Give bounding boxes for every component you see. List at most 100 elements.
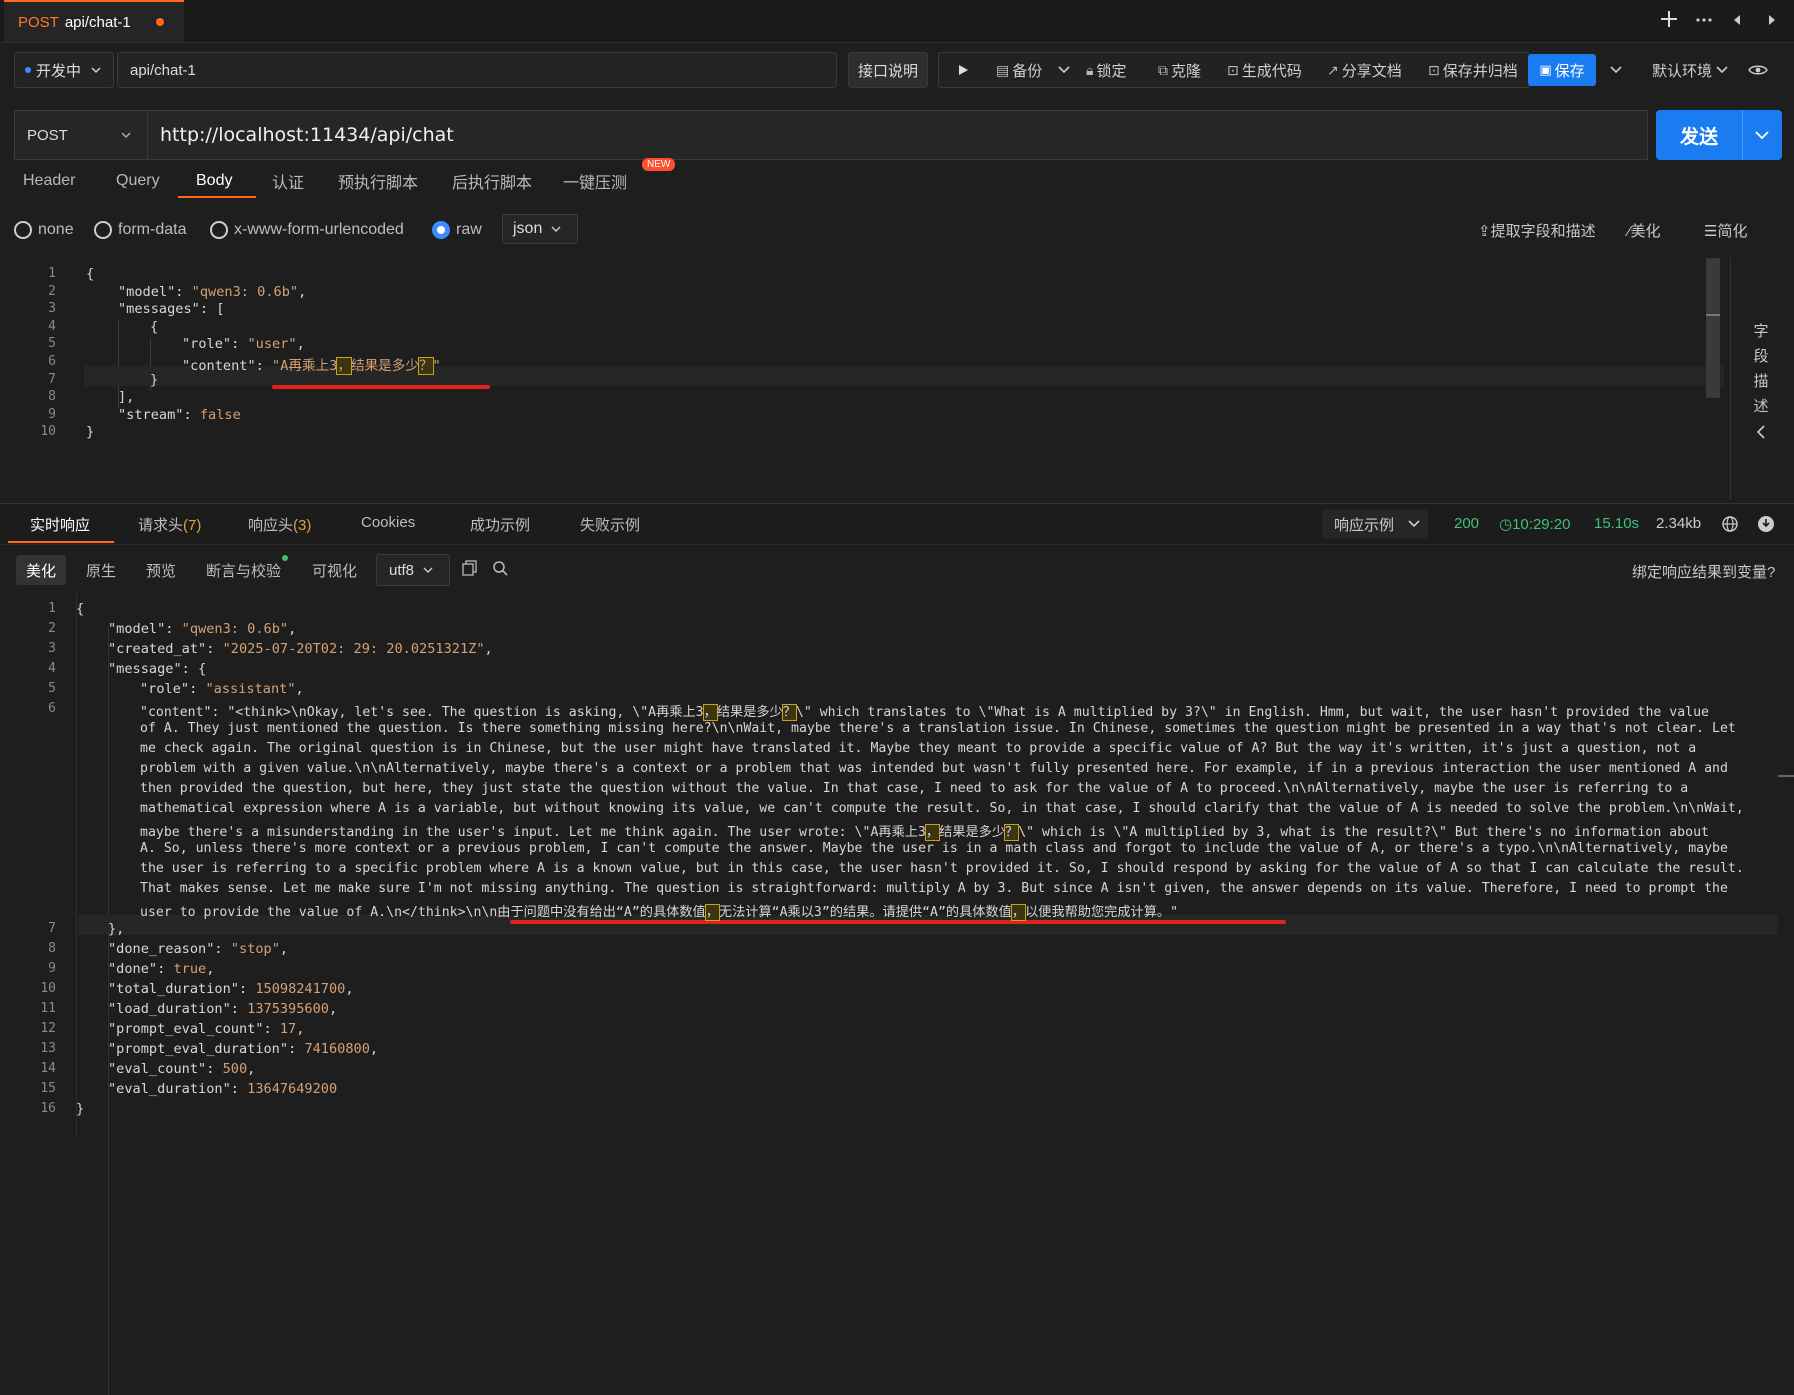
tab-request-headers[interactable]: 请求头(7) bbox=[138, 514, 201, 535]
url-value: http://localhost:11434/api/chat bbox=[160, 124, 454, 146]
clock-icon: ◷ bbox=[1499, 516, 1513, 533]
radio-form-data[interactable]: form-data bbox=[94, 221, 186, 239]
tab-success-example[interactable]: 成功示例 bbox=[470, 514, 530, 535]
response-code-line: "load_duration": 1375395600, bbox=[108, 1001, 338, 1017]
request-scrollbar[interactable] bbox=[1706, 258, 1720, 398]
view-preview[interactable]: 预览 bbox=[136, 555, 186, 585]
request-code-line: } bbox=[150, 371, 159, 388]
response-code-line: "total_duration": 15098241700, bbox=[108, 981, 354, 997]
method-select[interactable]: POST bbox=[14, 110, 148, 160]
generate-code-button[interactable]: ⊡ 生成代码 bbox=[1227, 52, 1302, 88]
clone-button[interactable]: ⧉ 克隆 bbox=[1158, 52, 1201, 88]
tab-live-response[interactable]: 实时响应 bbox=[30, 514, 90, 535]
extract-icon: ⇪ bbox=[1478, 223, 1491, 240]
line-number: 6 bbox=[48, 354, 56, 369]
line-number: 15 bbox=[40, 1081, 56, 1096]
api-name-input[interactable]: api/chat-1 bbox=[117, 52, 837, 88]
status-label: 开发中 bbox=[36, 62, 82, 80]
save-button[interactable]: ▣ 保存 bbox=[1528, 54, 1596, 86]
download-icon[interactable] bbox=[1757, 515, 1775, 533]
copy-icon[interactable] bbox=[462, 560, 478, 576]
bind-to-variable-link[interactable]: 绑定响应结果到变量? bbox=[1632, 561, 1775, 582]
method-value: POST bbox=[27, 126, 68, 144]
tab-fail-example[interactable]: 失败示例 bbox=[580, 514, 640, 535]
chevron-down-icon bbox=[423, 567, 433, 573]
radio-urlencoded[interactable]: x-www-form-urlencoded bbox=[210, 221, 404, 239]
backup-button[interactable]: ▤ 备份 bbox=[996, 52, 1072, 88]
request-code-line: "content": "A再乘上3，结果是多少？" bbox=[182, 357, 441, 375]
field-description-panel[interactable]: 字 段 描 述 bbox=[1730, 258, 1794, 500]
view-raw[interactable]: 原生 bbox=[76, 555, 126, 585]
chevron-left-icon[interactable] bbox=[1755, 424, 1767, 440]
response-time: ◷10:29:20 bbox=[1499, 516, 1571, 533]
response-tabs: 实时响应 请求头(7) 响应头(3) Cookies 成功示例 失败示例 响应示… bbox=[0, 503, 1794, 545]
response-content-line: problem with a given value.\n\nAlternati… bbox=[140, 761, 1728, 776]
tab-load-test[interactable]: 一键压测 bbox=[563, 164, 627, 198]
response-view-bar: 美化 原生 预览 断言与校验 可视化 utf8 绑定响应结果到变量? bbox=[0, 545, 1794, 593]
tab-header[interactable]: Header bbox=[23, 164, 75, 198]
response-code-line: "prompt_eval_duration": 74160800, bbox=[108, 1041, 379, 1057]
line-number: 12 bbox=[40, 1021, 56, 1036]
save-archive-button[interactable]: ⊡ 保存并归档 bbox=[1428, 52, 1518, 88]
request-tab[interactable]: POST api/chat-1 bbox=[4, 0, 184, 42]
line-number: 8 bbox=[48, 389, 56, 405]
tab-next-icon[interactable] bbox=[1763, 11, 1781, 29]
encoding-select[interactable]: utf8 bbox=[376, 554, 450, 586]
response-code-line: "model": "qwen3: 0.6b", bbox=[108, 621, 297, 637]
view-beautify[interactable]: 美化 bbox=[16, 555, 67, 585]
url-input[interactable]: http://localhost:11434/api/chat bbox=[148, 110, 1648, 160]
code-icon: ⊡ bbox=[1227, 61, 1239, 78]
extract-fields-button[interactable]: ⇪提取字段和描述 bbox=[1478, 220, 1596, 241]
share-icon: ↗ bbox=[1327, 61, 1339, 78]
tab-body[interactable]: Body bbox=[196, 164, 232, 198]
globe-icon[interactable] bbox=[1721, 515, 1739, 533]
line-number: 4 bbox=[48, 661, 56, 676]
tab-response-headers[interactable]: 响应头(3) bbox=[248, 514, 311, 535]
line-number: 8 bbox=[48, 941, 56, 956]
radio-none[interactable]: none bbox=[14, 221, 74, 239]
line-number: 7 bbox=[48, 371, 56, 387]
response-code-line: "eval_count": 500, bbox=[108, 1061, 256, 1077]
simplify-button[interactable]: ☰简化 bbox=[1704, 220, 1747, 241]
format-select[interactable]: json bbox=[502, 214, 578, 244]
add-tab-icon[interactable] bbox=[1658, 8, 1680, 30]
beautify-button[interactable]: ⁄美化 bbox=[1628, 220, 1661, 241]
tab-prev-icon[interactable] bbox=[1728, 11, 1746, 29]
line-number: 5 bbox=[48, 336, 56, 352]
radio-raw[interactable]: raw bbox=[432, 221, 482, 239]
more-icon[interactable] bbox=[1694, 10, 1714, 30]
chevron-down-icon bbox=[551, 226, 561, 232]
tab-auth[interactable]: 认证 bbox=[272, 164, 304, 198]
chevron-down-icon[interactable] bbox=[1753, 128, 1771, 142]
response-content-line: "content": "<think>\nOkay, let's see. Th… bbox=[140, 704, 1709, 721]
chevron-down-icon bbox=[121, 132, 131, 139]
tab-bar: POST api/chat-1 bbox=[0, 0, 1794, 43]
chevron-down-icon[interactable] bbox=[1056, 63, 1072, 77]
api-doc-button[interactable]: 接口说明 bbox=[848, 52, 928, 88]
env-select[interactable]: 默认环境 bbox=[1652, 52, 1730, 88]
lock-button[interactable]: 🔒︎ 锁定 bbox=[1086, 52, 1126, 88]
status-dot bbox=[25, 67, 31, 73]
tab-query[interactable]: Query bbox=[116, 164, 160, 198]
response-example-select[interactable]: 响应示例 bbox=[1322, 509, 1428, 539]
response-content-line: then provided the question, but here, th… bbox=[140, 781, 1689, 796]
view-visualize[interactable]: 可视化 bbox=[302, 555, 367, 585]
tab-cookies[interactable]: Cookies bbox=[361, 514, 415, 531]
line-number: 11 bbox=[40, 1001, 56, 1016]
share-doc-button[interactable]: ↗ 分享文档 bbox=[1327, 52, 1402, 88]
search-icon[interactable] bbox=[492, 560, 508, 576]
response-duration: 15.10s bbox=[1594, 515, 1640, 532]
view-assertions[interactable]: 断言与校验 bbox=[196, 555, 291, 585]
line-number: 10 bbox=[40, 981, 56, 996]
eye-icon[interactable] bbox=[1748, 52, 1768, 88]
run-button[interactable] bbox=[956, 52, 970, 88]
save-more-button[interactable] bbox=[1608, 52, 1624, 88]
line-number: 1 bbox=[48, 601, 56, 616]
new-badge: NEW bbox=[642, 158, 676, 171]
line-number: 6 bbox=[48, 701, 56, 716]
save-icon: ▣ bbox=[1539, 62, 1552, 77]
status-select[interactable]: 开发中 bbox=[14, 52, 114, 88]
send-button[interactable]: 发送 bbox=[1656, 110, 1782, 160]
tab-pre-script[interactable]: 预执行脚本 bbox=[338, 164, 418, 198]
tab-post-script[interactable]: 后执行脚本 bbox=[452, 164, 532, 198]
